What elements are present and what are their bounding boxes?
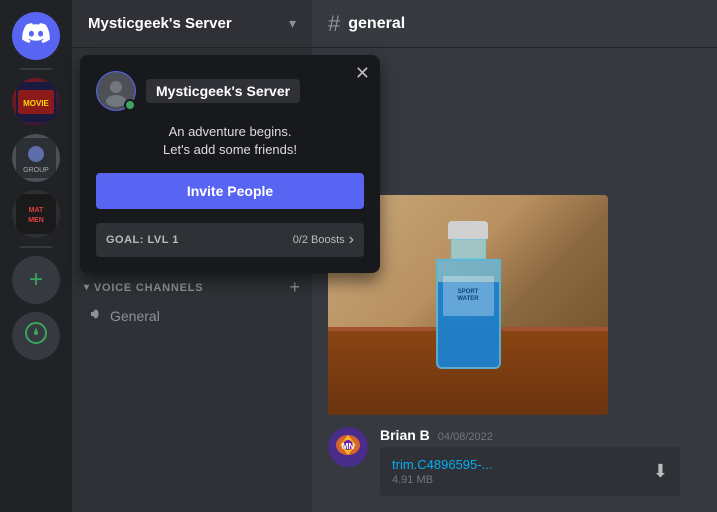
download-icon[interactable]: ⬇ <box>653 461 668 482</box>
discord-logo-icon <box>22 23 50 49</box>
discord-home-button[interactable] <box>12 12 60 60</box>
server-list-divider <box>20 68 52 70</box>
server-header[interactable]: Mysticgeek's Server ▾ <box>72 0 312 48</box>
attachment-info: trim.C4896595-... 4.91 MB <box>392 457 641 486</box>
server-name: Mysticgeek's Server <box>88 15 232 32</box>
attachment-size: 4.91 MB <box>392 474 641 486</box>
speaker-icon <box>88 306 104 325</box>
channel-hash-icon: # <box>328 11 340 37</box>
compass-icon <box>24 321 48 351</box>
main-header: # general <box>312 0 717 48</box>
voice-channels-label: ▾ VOICE CHANNELS <box>84 282 203 294</box>
server-icon-1[interactable]: MOVIE <box>12 78 60 126</box>
attachment-name: trim.C4896595-... <box>392 457 641 472</box>
message-username: Brian B <box>380 427 430 443</box>
server-menu-chevron-icon: ▾ <box>289 15 296 32</box>
section-voice-chevron-icon: ▾ <box>84 282 90 293</box>
server-list-divider-2 <box>20 246 52 248</box>
add-server-button[interactable]: + <box>12 256 60 304</box>
message-item: MN Brian B 04/08/2022 trim.C4896595-... … <box>328 427 701 496</box>
server-list: MOVIE GROUP MAT MEN + <box>0 0 72 512</box>
message-timestamp: 04/08/2022 <box>438 431 493 443</box>
explore-servers-button[interactable] <box>12 312 60 360</box>
popup-server-name: Mysticgeek's Server <box>146 79 300 103</box>
server-icon-3[interactable]: MAT MEN <box>12 190 60 238</box>
popup-server-info: Mysticgeek's Server <box>96 71 364 111</box>
add-server-icon: + <box>29 266 43 294</box>
online-indicator <box>124 99 136 111</box>
voice-channel-general[interactable]: General <box>80 302 304 329</box>
server-popup: ✕ Mysticgeek's Server An adventure begin… <box>80 55 380 273</box>
server-icon-2[interactable]: GROUP <box>12 134 60 182</box>
boost-chevron-icon: › <box>349 231 354 249</box>
voice-channels-header[interactable]: ▾ VOICE CHANNELS + <box>80 273 304 302</box>
popup-server-avatar <box>96 71 136 111</box>
avatar: MN <box>328 427 368 467</box>
popup-close-button[interactable]: ✕ <box>355 63 370 84</box>
svg-text:GROUP: GROUP <box>23 167 49 174</box>
svg-text:MEN: MEN <box>28 217 44 224</box>
svg-text:MAT: MAT <box>29 207 44 214</box>
message-header: Brian B 04/08/2022 <box>380 427 701 443</box>
svg-text:MN: MN <box>342 442 355 451</box>
invite-people-button[interactable]: Invite People <box>96 173 364 209</box>
message-attachment: trim.C4896595-... 4.91 MB ⬇ <box>380 447 680 496</box>
boost-goal-container[interactable]: GOAL: LVL 1 0/2 Boosts › <box>96 223 364 257</box>
boost-goal-label: GOAL: LVL 1 <box>106 234 179 246</box>
add-voice-channel-button[interactable]: + <box>289 277 300 298</box>
voice-channel-name-general: General <box>110 308 160 324</box>
voice-channels-section: ▾ VOICE CHANNELS + General <box>80 273 304 329</box>
svg-text:MOVIE: MOVIE <box>23 99 49 108</box>
boost-goal-value: 0/2 Boosts › <box>293 231 354 249</box>
popup-description: An adventure begins. Let's add some frie… <box>96 123 364 159</box>
channel-title: # general <box>328 11 405 37</box>
message-body: Brian B 04/08/2022 trim.C4896595-... 4.9… <box>380 427 701 496</box>
channel-sidebar: Mysticgeek's Server ▾ ✕ Mysticgeek's Ser… <box>72 0 312 512</box>
channel-title-text: general <box>348 15 405 33</box>
user-avatar-img: MN <box>328 427 368 467</box>
